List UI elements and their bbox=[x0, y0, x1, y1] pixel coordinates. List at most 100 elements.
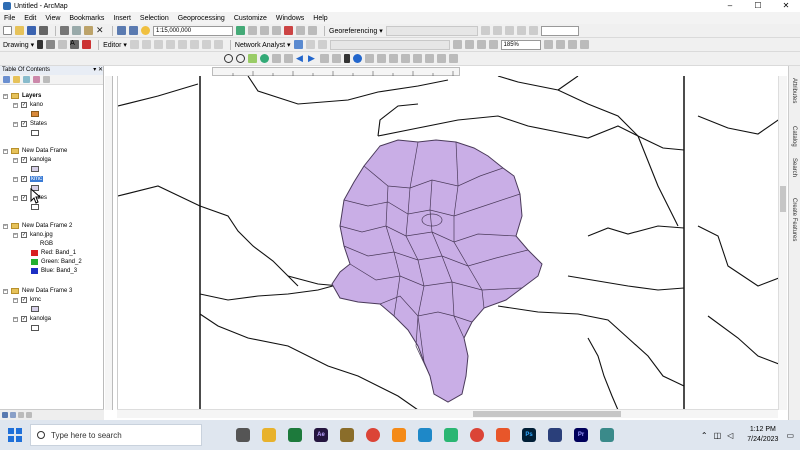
save-icon[interactable] bbox=[27, 26, 36, 35]
layer-symbol[interactable] bbox=[31, 325, 39, 331]
taskbar-clock[interactable]: 1:12 PM 7/24/2023 bbox=[747, 425, 778, 445]
vlc-icon[interactable] bbox=[392, 428, 406, 442]
notifications-icon[interactable]: ▭ bbox=[786, 431, 794, 440]
sketch-properties-icon[interactable] bbox=[201, 40, 211, 49]
measure-icon[interactable] bbox=[389, 54, 398, 63]
font-color-icon[interactable] bbox=[82, 40, 92, 49]
network-analyst-menu[interactable]: Network Analyst ▾ bbox=[235, 41, 291, 49]
edit-tool-icon[interactable] bbox=[129, 40, 139, 49]
layout-zoom-out-icon[interactable] bbox=[464, 40, 474, 49]
list-by-drawing-order-icon[interactable] bbox=[3, 76, 10, 83]
redo-icon[interactable] bbox=[129, 26, 138, 35]
layer-visibility-checkbox[interactable]: ✓ bbox=[21, 121, 27, 127]
cut-icon[interactable] bbox=[60, 26, 69, 35]
data-driven-pages-icon[interactable] bbox=[579, 40, 589, 49]
layer-symbol[interactable] bbox=[31, 130, 39, 136]
menu-file[interactable]: File bbox=[4, 15, 15, 22]
layer-symbol[interactable] bbox=[31, 111, 39, 117]
layout-view-icon[interactable] bbox=[10, 412, 16, 418]
create-features-icon[interactable] bbox=[213, 40, 223, 49]
scale-icon[interactable] bbox=[504, 26, 514, 35]
delete-icon[interactable]: ✕ bbox=[96, 26, 105, 35]
print-icon[interactable] bbox=[39, 26, 48, 35]
menu-help[interactable]: Help bbox=[313, 15, 327, 22]
editor-menu[interactable]: Editor ▾ bbox=[103, 41, 127, 49]
add-control-points-icon[interactable] bbox=[516, 26, 526, 35]
app-icon-orange[interactable] bbox=[496, 428, 510, 442]
premiere-icon[interactable]: Pr bbox=[574, 428, 588, 442]
add-data-icon[interactable] bbox=[141, 26, 150, 35]
time-slider-icon[interactable] bbox=[437, 54, 446, 63]
horizontal-scrollbar[interactable] bbox=[117, 409, 778, 418]
forward-extent-icon[interactable]: ▶ bbox=[308, 54, 317, 63]
app-icon-blue[interactable] bbox=[418, 428, 432, 442]
straight-segment-icon[interactable] bbox=[153, 40, 163, 49]
menu-selection[interactable]: Selection bbox=[140, 15, 169, 22]
layer-symbol[interactable] bbox=[31, 306, 39, 312]
toc-options-icon[interactable] bbox=[43, 76, 50, 83]
pause-drawing-icon[interactable] bbox=[26, 412, 32, 418]
view-link-table-icon[interactable] bbox=[528, 26, 538, 35]
map-svg[interactable] bbox=[117, 75, 785, 411]
paste-icon[interactable] bbox=[84, 26, 93, 35]
network-icon[interactable]: ◫ bbox=[714, 431, 722, 440]
menu-geoprocessing[interactable]: Geoprocessing bbox=[178, 15, 225, 22]
fixed-zoom-in-icon[interactable] bbox=[272, 54, 281, 63]
collapse-icon[interactable]: − bbox=[13, 297, 18, 303]
vertical-scroll-thumb[interactable] bbox=[780, 186, 786, 212]
toc-group-layers[interactable]: − Layers bbox=[3, 92, 41, 100]
catalog-window-icon[interactable] bbox=[260, 26, 269, 35]
list-by-selection-icon[interactable] bbox=[33, 76, 40, 83]
layer-name[interactable]: kmc bbox=[30, 176, 43, 182]
network-dataset-combo[interactable] bbox=[329, 39, 450, 50]
network-analyst-window-icon[interactable] bbox=[293, 40, 303, 49]
html-popup-icon[interactable] bbox=[377, 54, 386, 63]
rotate-icon[interactable] bbox=[480, 26, 490, 35]
task-view-icon[interactable] bbox=[236, 428, 250, 442]
collapse-icon[interactable]: − bbox=[13, 316, 18, 322]
text-icon[interactable]: A bbox=[70, 40, 80, 49]
identify-icon[interactable] bbox=[353, 54, 362, 63]
catalog-tab[interactable]: Catalog bbox=[791, 126, 797, 147]
drawing-menu[interactable]: Drawing ▾ bbox=[3, 41, 34, 49]
collapse-icon[interactable]: − bbox=[13, 195, 18, 201]
list-by-visibility-icon[interactable] bbox=[23, 76, 30, 83]
shift-icon[interactable] bbox=[492, 26, 502, 35]
map-canvas[interactable] bbox=[117, 75, 785, 411]
refresh-icon[interactable] bbox=[18, 412, 24, 418]
toc-layer-states[interactable]: − ✓ States bbox=[13, 120, 47, 128]
maximize-button[interactable]: ☐ bbox=[744, 0, 772, 12]
attributes-icon[interactable] bbox=[189, 40, 199, 49]
hyperlink-icon[interactable] bbox=[365, 54, 374, 63]
create-viewer-window-icon[interactable] bbox=[449, 54, 458, 63]
go-to-xy-icon[interactable] bbox=[425, 54, 434, 63]
collapse-icon[interactable]: − bbox=[13, 121, 18, 127]
attributes-tab[interactable]: Attributes bbox=[791, 78, 797, 103]
data-view-icon[interactable] bbox=[2, 412, 8, 418]
create-features-tab[interactable]: Create Features bbox=[791, 198, 797, 241]
collapse-icon[interactable]: − bbox=[13, 102, 18, 108]
map-scale-combo[interactable]: 1:15,000,000 bbox=[153, 25, 233, 36]
create-network-location-icon[interactable] bbox=[305, 40, 315, 49]
arcgis-icon[interactable] bbox=[548, 428, 562, 442]
zoom-in-icon[interactable] bbox=[224, 54, 233, 63]
change-layout-icon[interactable] bbox=[567, 40, 577, 49]
layer-visibility-checkbox[interactable]: ✓ bbox=[21, 232, 27, 238]
toc-group-new-data-frame-3[interactable]: − New Data Frame 3 bbox=[3, 287, 72, 295]
layout-pan-icon[interactable] bbox=[476, 40, 486, 49]
collapse-icon[interactable]: − bbox=[13, 232, 18, 238]
find-route-icon[interactable] bbox=[413, 54, 422, 63]
clear-selection-icon[interactable] bbox=[332, 54, 341, 63]
vertical-scrollbar[interactable] bbox=[778, 76, 787, 410]
layout-zoom-in-icon[interactable] bbox=[452, 40, 462, 49]
horizontal-scroll-thumb[interactable] bbox=[473, 411, 621, 417]
new-document-icon[interactable] bbox=[3, 26, 12, 35]
trace-icon[interactable] bbox=[165, 40, 175, 49]
modelbuilder-icon[interactable] bbox=[308, 26, 317, 35]
toc-layer-kano-jpg[interactable]: − ✓ kano.jpg bbox=[13, 231, 53, 239]
close-button[interactable]: ✕ bbox=[772, 0, 800, 12]
taskbar-search-box[interactable]: Type here to search bbox=[30, 424, 202, 446]
toc-layer-kmc-selected[interactable]: − ✓ kmc bbox=[13, 175, 43, 183]
menu-edit[interactable]: Edit bbox=[24, 15, 36, 22]
rotate-element-icon[interactable] bbox=[46, 40, 56, 49]
